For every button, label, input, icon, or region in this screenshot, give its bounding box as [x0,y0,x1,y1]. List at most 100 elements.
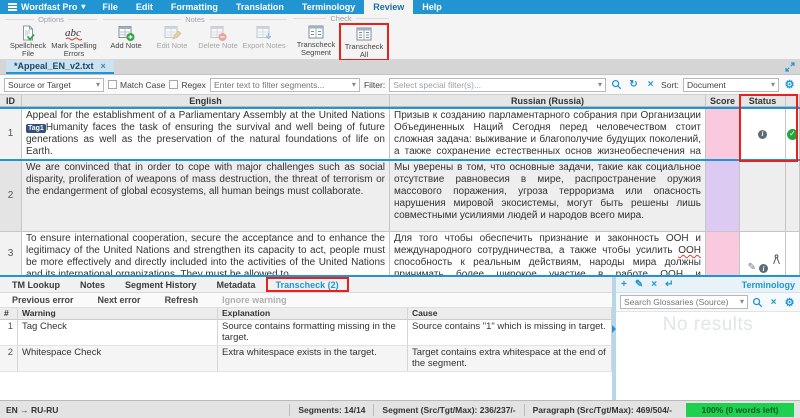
confirmed-check-icon: ✓ [787,129,798,140]
glossary-settings-button[interactable]: ⚙ [783,296,796,309]
menu-terminology[interactable]: Terminology [293,0,364,14]
segment-2-source[interactable]: We are convinced that in order to cope w… [22,161,390,231]
next-error-button[interactable]: Next error [86,295,153,305]
document-tab-title: *Appeal_EN_v2.txt [14,61,94,71]
glossary-clear-button[interactable]: × [767,297,780,308]
chevron-down-icon[interactable]: ▾ [740,298,744,306]
transcheck-all-button[interactable]: Transcheck All [339,23,389,61]
warning-2-name: Whitespace Check [18,346,218,371]
segment-2-score [706,161,740,231]
delete-term-button[interactable]: × [651,280,657,290]
scope-select-value: Source or Target [8,80,71,90]
glossary-search-input[interactable] [624,297,740,307]
ribbon-group-check-label: Check [293,14,389,23]
warning-2-cause: Target contains extra whitespace at the … [408,346,612,371]
bottom-panel: TM Lookup Notes Segment History Metadata… [0,277,612,400]
clear-filter-button[interactable]: × [644,79,657,90]
document-tab[interactable]: *Appeal_EN_v2.txt × [6,60,114,74]
expand-editor-button[interactable] [785,60,800,74]
segment-3-target[interactable]: Для того чтобы обеспечить признание и за… [390,232,706,275]
column-header-cause[interactable]: Cause [408,308,612,319]
apply-filter-button[interactable] [610,79,623,90]
edited-pencil-icon[interactable]: ✎ [748,263,756,273]
match-case-option[interactable]: Match Case [108,80,165,90]
segment-3-source[interactable]: To ensure international cooperation, sec… [22,232,390,275]
panel-splitter[interactable] [612,277,616,400]
gear-icon: ⚙ [785,78,795,91]
menu-help[interactable]: Help [413,0,451,14]
segment-1-score [706,109,740,159]
segment-row-2[interactable]: 2 We are convinced that in order to cope… [0,161,800,232]
misspelled-word[interactable]: ООН [678,245,701,256]
tab-notes[interactable]: Notes [70,277,115,292]
app-button[interactable]: Wordfast Pro ▾ [0,0,93,14]
regex-checkbox[interactable] [169,80,178,89]
segment-1-confirm: ✓ [786,109,800,159]
tab-transcheck[interactable]: Transcheck (2) [266,277,349,292]
warning-1-number: 1 [0,320,18,345]
segment-1-source[interactable]: Appeal for the establishment of a Parlia… [22,109,390,159]
menu-review[interactable]: Review [364,0,413,14]
match-case-label: Match Case [120,80,165,90]
segment-3-score [706,232,740,275]
export-notes-icon [254,25,274,42]
segment-1-target[interactable]: Призыв к созданию парламентарного собран… [390,109,706,159]
transcheck-segment-icon [306,24,326,41]
add-note-icon [116,25,136,42]
refresh-button[interactable]: Refresh [153,295,211,305]
regex-option[interactable]: Regex [169,80,206,90]
ribbon: Options Spellcheck File abc Mark Spellin… [0,14,800,60]
column-header-score[interactable]: Score [706,95,740,106]
column-header-warning[interactable]: Warning [18,308,218,319]
transcheck-segment-button[interactable]: Transcheck Segment [293,23,339,57]
menu-edit[interactable]: Edit [127,0,162,14]
transcheck-row-2[interactable]: 2 Whitespace Check Extra whitespace exis… [0,346,612,372]
segment-row-3[interactable]: 3 To ensure international cooperation, s… [0,232,800,277]
menu-file[interactable]: File [93,0,127,14]
refresh-filter-button[interactable]: ↻ [627,79,640,90]
close-icon[interactable]: × [101,61,106,71]
edit-term-button[interactable]: ✎ [635,280,643,290]
warning-1-name: Tag Check [18,320,218,345]
transcheck-row-1[interactable]: 1 Tag Check Source contains formatting m… [0,320,612,346]
segment-row-1[interactable]: 1 Appeal for the establishment of a Parl… [0,107,800,161]
segment-2-target[interactable]: Мы уверены в том, что основные задачи, т… [390,161,706,231]
warning-1-cause: Source contains "1" which is missing in … [408,320,612,345]
menu-translation[interactable]: Translation [227,0,293,14]
filter-settings-button[interactable]: ⚙ [783,78,796,91]
insert-term-button[interactable]: ↵ [665,280,673,290]
tab-segment-history[interactable]: Segment History [115,277,207,292]
add-note-button[interactable]: Add Note [103,24,149,50]
tag-chip[interactable]: Tag1 [26,124,46,133]
column-header-source[interactable]: English [22,95,390,106]
clear-icon: × [648,79,654,90]
column-header-id[interactable]: ID [0,95,22,106]
spellcheck-file-button[interactable]: Spellcheck File [5,24,51,58]
previous-error-button[interactable]: Previous error [0,295,86,305]
tab-metadata[interactable]: Metadata [207,277,266,292]
ribbon-group-notes-label: Notes [103,14,287,24]
glossary-search-combo[interactable]: ▾ [620,295,748,309]
add-term-button[interactable]: + [621,280,627,290]
column-header-status[interactable]: Status [740,95,786,106]
match-case-checkbox[interactable] [108,80,117,89]
segment-grid: ID English Russian (Russia) Score Status… [0,95,800,277]
scope-select[interactable]: Source or Target ▾ [4,78,104,92]
info-icon[interactable]: i [758,130,767,139]
segment-filter-input[interactable] [214,80,352,90]
special-filter-select[interactable]: Select special filter(s)... ▾ [389,78,606,92]
segment-filter-combo[interactable]: ▾ [210,78,360,92]
column-header-explanation[interactable]: Explanation [218,308,408,319]
column-header-target[interactable]: Russian (Russia) [390,95,706,106]
glossary-search-button[interactable] [751,297,764,308]
sort-select[interactable]: Document ▾ [683,78,779,92]
tab-tm-lookup[interactable]: TM Lookup [2,277,70,292]
delete-note-button: Delete Note [195,24,241,50]
chevron-down-icon: ▾ [81,3,85,11]
collapse-arrow-icon[interactable] [612,325,616,333]
info-icon[interactable]: i [759,264,768,273]
mark-spelling-errors-button[interactable]: abc Mark Spelling Errors [51,24,97,58]
menu-formatting[interactable]: Formatting [162,0,227,14]
chevron-down-icon[interactable]: ▾ [352,81,356,89]
filter-bar: Source or Target ▾ Match Case Regex ▾ Fi… [0,75,800,95]
